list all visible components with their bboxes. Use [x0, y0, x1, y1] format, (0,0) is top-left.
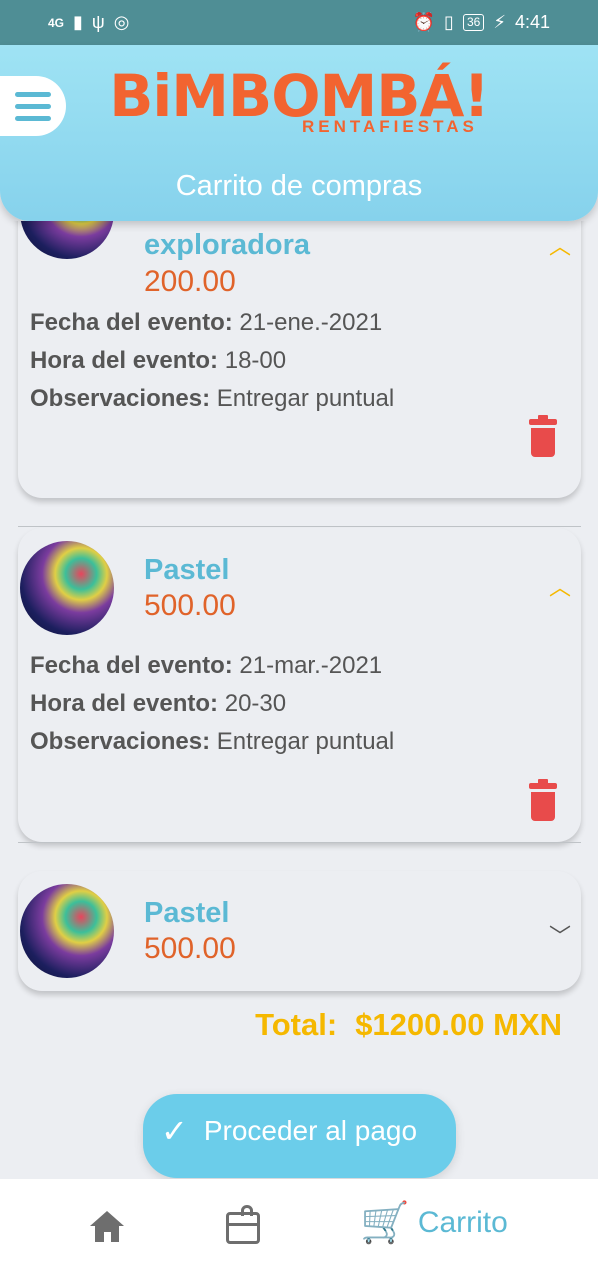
delete-icon[interactable] — [529, 415, 557, 457]
product-image — [20, 221, 114, 259]
divider — [18, 842, 581, 843]
nav-cart-label: Carrito — [417, 1206, 508, 1239]
total-value: $1200.00 MXN — [355, 1007, 562, 1042]
item-price: 500.00 — [144, 589, 236, 622]
vibrate-icon: ▯ — [444, 12, 454, 32]
event-hour-value: 18-00 — [224, 347, 287, 374]
item-name: exploradora — [144, 229, 310, 261]
event-date-label: Fecha del evento: — [30, 652, 233, 679]
logo: BiMBOMBÁ! — [0, 63, 598, 129]
event-date-label: Fecha del evento: — [30, 309, 233, 336]
home-icon[interactable] — [90, 1211, 124, 1243]
event-date: Fecha del evento: 21-mar.-2021 — [30, 652, 382, 680]
cart-item-card: exploradora 200.00 ︿ Fecha del evento: 2… — [18, 221, 581, 498]
event-date-value: 21-ene.-2021 — [239, 309, 383, 336]
cart-item-card: Pastel 500.00 ︿ Fecha del evento: 21-mar… — [18, 528, 581, 842]
network-indicator: 4G — [48, 15, 65, 30]
signal-icon: ▮ — [73, 12, 83, 32]
bottom-nav: 🛒 Carrito — [0, 1179, 598, 1280]
event-notes-label: Observaciones: — [30, 728, 211, 755]
alarm-icon: ⏰ — [412, 12, 436, 32]
item-price: 200.00 — [144, 265, 236, 298]
usb-icon: ψ — [91, 12, 105, 32]
product-image — [20, 541, 114, 635]
whatsapp-icon: ◎ — [113, 12, 130, 32]
event-hour: Hora del evento: 20-30 — [30, 690, 286, 718]
event-hour-value: 20-30 — [224, 690, 287, 717]
expand-icon[interactable]: ﹀ — [549, 919, 571, 951]
event-hour: Hora del evento: 18-00 — [30, 347, 286, 375]
event-notes-value: Entregar puntual — [216, 385, 395, 412]
nav-item-cart[interactable]: 🛒 Carrito — [360, 1199, 508, 1247]
event-date: Fecha del evento: 21-ene.-2021 — [30, 309, 382, 337]
cart-item-card[interactable]: Pastel 500.00 ﹀ — [18, 871, 581, 991]
pay-button-label: Proceder al pago — [203, 1115, 418, 1146]
page-title: Carrito de compras — [175, 170, 423, 202]
event-notes-label: Observaciones: — [30, 385, 211, 412]
event-notes: Observaciones: Entregar puntual — [30, 385, 394, 413]
item-name: Pastel — [144, 554, 230, 586]
status-right: ⏰ ▯ 36 ⚡ 4:41 — [413, 12, 550, 33]
item-name: Pastel — [144, 897, 230, 929]
event-notes: Observaciones: Entregar puntual — [30, 728, 394, 756]
battery-indicator: 36 — [462, 14, 485, 31]
total-label: Total: — [255, 1007, 338, 1042]
charging-icon: ⚡ — [493, 12, 506, 32]
status-left: 4G ▮ ψ ◎ — [48, 12, 129, 33]
status-bar: 4G ▮ ψ ◎ ⏰ ▯ 36 ⚡ 4:41 — [0, 0, 598, 45]
check-icon: ✓ — [161, 1113, 188, 1149]
cart-icon: 🛒 — [360, 1201, 410, 1245]
event-notes-value: Entregar puntual — [216, 728, 395, 755]
collapse-icon[interactable]: ︿ — [549, 229, 571, 261]
cart-list[interactable]: exploradora 200.00 ︿ Fecha del evento: 2… — [0, 221, 598, 1179]
item-price: 500.00 — [144, 932, 236, 965]
logo-subtitle: RENTAFIESTAS — [302, 117, 478, 136]
cart-total: Total: $1200.00 MXN — [255, 1007, 562, 1043]
proceed-to-payment-button[interactable]: ✓ Proceder al pago — [143, 1094, 456, 1178]
event-date-value: 21-mar.-2021 — [239, 652, 383, 679]
divider — [18, 526, 581, 527]
app-header: BiMBOMBÁ! RENTAFIESTAS Carrito de compra… — [0, 45, 598, 221]
collapse-icon[interactable]: ︿ — [549, 570, 571, 602]
event-hour-label: Hora del evento: — [30, 347, 219, 374]
event-hour-label: Hora del evento: — [30, 690, 219, 717]
delete-icon[interactable] — [529, 779, 557, 821]
logo-text: BiMBOMBÁ! — [109, 62, 490, 130]
gift-icon[interactable] — [226, 1205, 260, 1244]
product-image — [20, 884, 114, 978]
clock: 4:41 — [514, 12, 550, 32]
